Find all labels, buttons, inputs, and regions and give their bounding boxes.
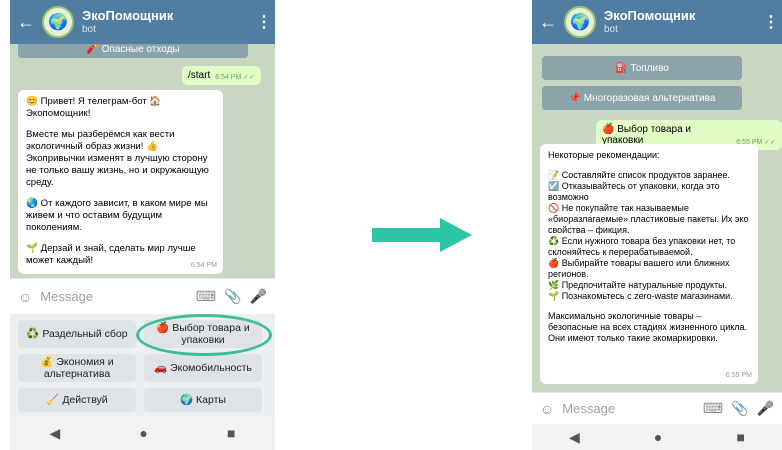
- kb-button-maps[interactable]: 🌍 Карты: [144, 388, 262, 412]
- emoji-sticker-icon[interactable]: ☺: [540, 401, 554, 417]
- nav-back-icon[interactable]: ◀: [569, 429, 580, 446]
- phone-screen-right: ← 🌍 ЭкоПомощник bot ⋮ ⛽ Топливо 📌 Многор…: [532, 0, 782, 450]
- bot-paragraph: 😊 Привет! Я телеграм-бот 🏠 Экопомощник!: [26, 96, 162, 119]
- message-time: 6:54 PM: [190, 262, 217, 270]
- kb-button-economy[interactable]: 💰 Экономия и альтернатива: [18, 354, 136, 382]
- nav-home-icon[interactable]: ●: [654, 429, 662, 445]
- emoji-sticker-icon[interactable]: ☺: [18, 289, 32, 305]
- android-navbar: ◀ ● ■: [532, 424, 782, 450]
- bot-paragraph: 🌏 От каждого зависит, в каком мире мы жи…: [26, 197, 208, 233]
- bot-paragraph: Вместе мы разберёмся как вести экологичн…: [26, 128, 209, 188]
- back-arrow-icon[interactable]: ←: [532, 12, 564, 33]
- bot-paragraph: Некоторые рекомендации:: [548, 150, 660, 160]
- kb-button-act[interactable]: 🧹 Действуй: [18, 388, 136, 412]
- transition-arrow-icon: [372, 218, 472, 252]
- bot-paragraph: 📝 Составляйте список продуктов заранее. …: [548, 169, 749, 301]
- bot-avatar[interactable]: 🌍: [564, 6, 596, 38]
- microphone-icon[interactable]: 🎤: [250, 288, 267, 305]
- chat-title: ЭкоПомощник: [604, 8, 696, 24]
- chat-subtitle: bot: [82, 23, 96, 35]
- nav-back-icon[interactable]: ◀: [50, 425, 61, 442]
- message-time: 6:55 PM: [725, 372, 752, 380]
- user-message-text: /start: [188, 70, 211, 81]
- inline-button-fuel[interactable]: ⛽ Топливо: [542, 56, 742, 80]
- message-composer: ☺ Message ⌨ 📎 🎤: [532, 392, 782, 424]
- android-navbar: ◀ ● ■: [10, 416, 275, 450]
- bot-avatar[interactable]: 🌍: [42, 6, 74, 38]
- chat-header: ← 🌍 ЭкоПомощник bot ⋮: [532, 0, 782, 44]
- bot-message: Некоторые рекомендации: 📝 Составляйте сп…: [540, 144, 758, 384]
- nav-recents-icon[interactable]: ■: [736, 429, 744, 445]
- message-input[interactable]: Message: [562, 401, 695, 416]
- message-time: 6:54 PM ✓✓: [215, 74, 255, 81]
- microphone-icon[interactable]: 🎤: [757, 400, 774, 417]
- bot-message: 😊 Привет! Я телеграм-бот 🏠 Экопомощник! …: [18, 90, 223, 274]
- more-menu-icon[interactable]: ⋮: [253, 12, 275, 32]
- keyboard-icon[interactable]: ⌨: [196, 288, 216, 305]
- more-menu-icon[interactable]: ⋮: [760, 12, 782, 32]
- user-message: /start 6:54 PM ✓✓: [182, 66, 261, 85]
- chat-subtitle: bot: [604, 23, 618, 35]
- paperclip-icon[interactable]: 📎: [224, 288, 241, 305]
- highlight-circle: [136, 314, 272, 356]
- inline-button-reusable[interactable]: 📌 Многоразовая альтернатива: [542, 86, 742, 110]
- user-message-text: 🍎 Выбор товара и упаковки: [602, 124, 691, 146]
- paperclip-icon[interactable]: 📎: [731, 400, 748, 417]
- kb-button-ecomobility[interactable]: 🚗 Экомобильность: [144, 354, 262, 382]
- nav-recents-icon[interactable]: ■: [227, 425, 235, 441]
- message-input[interactable]: Message: [40, 289, 188, 304]
- phone-screen-left: ← 🌍 ЭкоПомощник bot ⋮ 🧨 Опасные отходы /…: [10, 0, 275, 450]
- keyboard-icon[interactable]: ⌨: [703, 400, 723, 417]
- bot-paragraph: Максимально экологичные товары – безопас…: [548, 310, 748, 343]
- message-composer: ☺ Message ⌨ 📎 🎤: [10, 278, 275, 314]
- back-arrow-icon[interactable]: ←: [10, 12, 42, 33]
- chat-title: ЭкоПомощник: [82, 8, 174, 24]
- bot-paragraph: 🌱 Дерзай и знай, сделать мир лучше может…: [26, 242, 196, 266]
- chat-header: ← 🌍 ЭкоПомощник bot ⋮: [10, 0, 275, 44]
- kb-button-separate-collection[interactable]: ♻️ Раздельный сбор: [18, 320, 136, 348]
- nav-home-icon[interactable]: ●: [139, 425, 147, 441]
